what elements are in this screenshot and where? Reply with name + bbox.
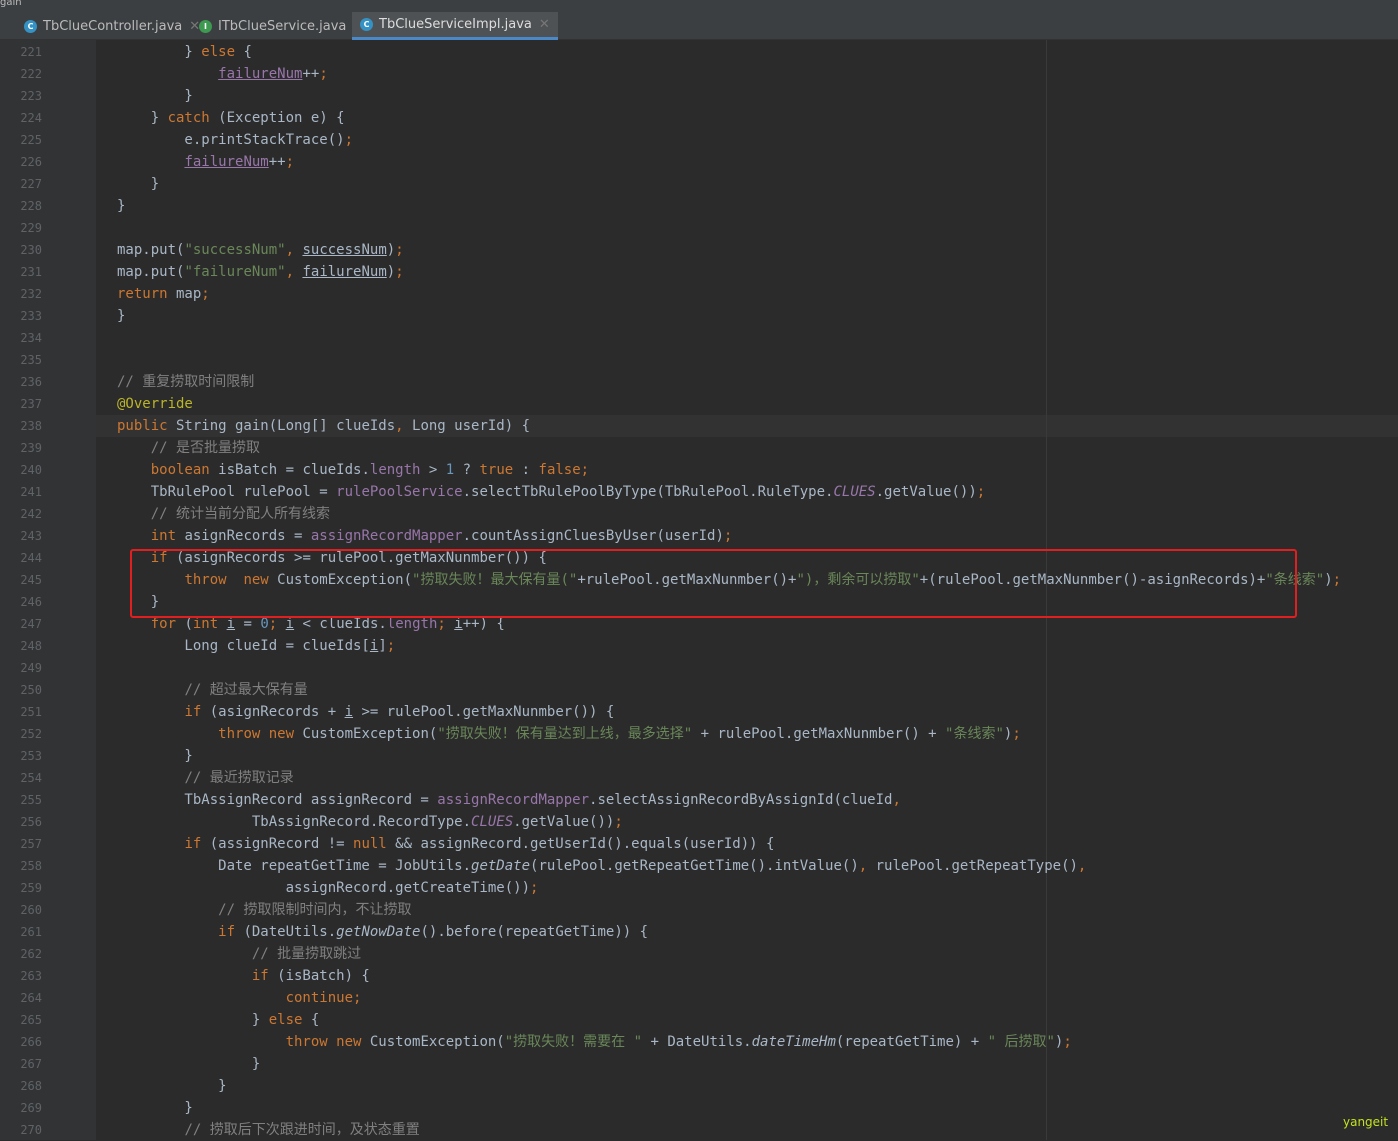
title-bar: gain <box>0 0 1398 12</box>
line-numbers: 221 222 223 224 225 226 227 228 229 230 … <box>20 45 42 1137</box>
class-icon: C <box>360 18 373 31</box>
interface-icon: I <box>199 19 212 33</box>
close-icon[interactable]: ✕ <box>539 17 550 32</box>
tab-tbcluecontroller[interactable]: C TbClueController.java ✕ <box>24 12 200 40</box>
watermark: yangeit <box>1343 1115 1389 1129</box>
tab-label: ITbClueService.java <box>218 18 347 34</box>
class-icon: C <box>24 19 37 33</box>
red-highlight-box <box>130 549 1297 618</box>
tab-label: TbClueController.java <box>43 18 183 34</box>
editor-tabs: C TbClueController.java ✕ I ITbClueService.… <box>0 12 1398 40</box>
tab-label: TbClueServiceImpl.java <box>379 17 532 32</box>
window-title: gain <box>0 0 22 8</box>
tab-tbclueserviceimpl[interactable]: C TbClueServiceImpl.java ✕ <box>352 12 558 40</box>
tab-itbclueservice[interactable]: IITbClueService.java✕ <box>199 12 364 40</box>
